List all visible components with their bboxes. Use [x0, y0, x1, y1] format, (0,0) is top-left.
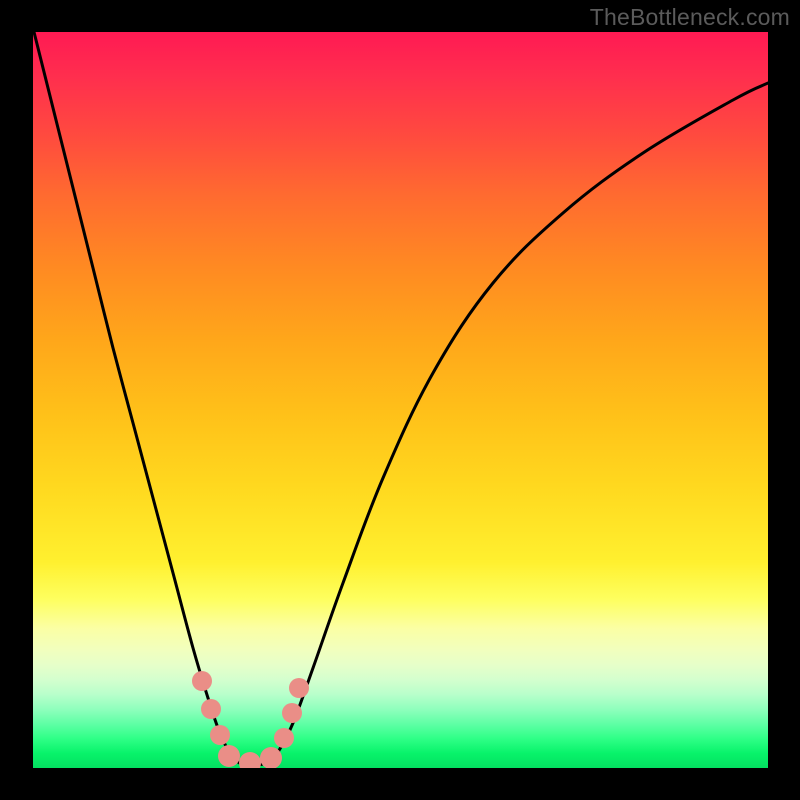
- marker-group: [192, 671, 309, 768]
- marker-base-3: [260, 747, 282, 768]
- marker-base-2: [239, 752, 261, 768]
- marker-left-3: [210, 725, 230, 745]
- marker-right-2: [282, 703, 302, 723]
- watermark-text: TheBottleneck.com: [590, 4, 790, 31]
- marker-left-1: [192, 671, 212, 691]
- curve-group: [33, 32, 768, 765]
- chart-svg: [33, 32, 768, 768]
- bottleneck-curve: [33, 32, 768, 765]
- marker-left-2: [201, 699, 221, 719]
- marker-base-1: [218, 745, 240, 767]
- chart-plot-area: [33, 32, 768, 768]
- marker-right-1: [274, 728, 294, 748]
- marker-right-3: [289, 678, 309, 698]
- chart-frame: TheBottleneck.com: [0, 0, 800, 800]
